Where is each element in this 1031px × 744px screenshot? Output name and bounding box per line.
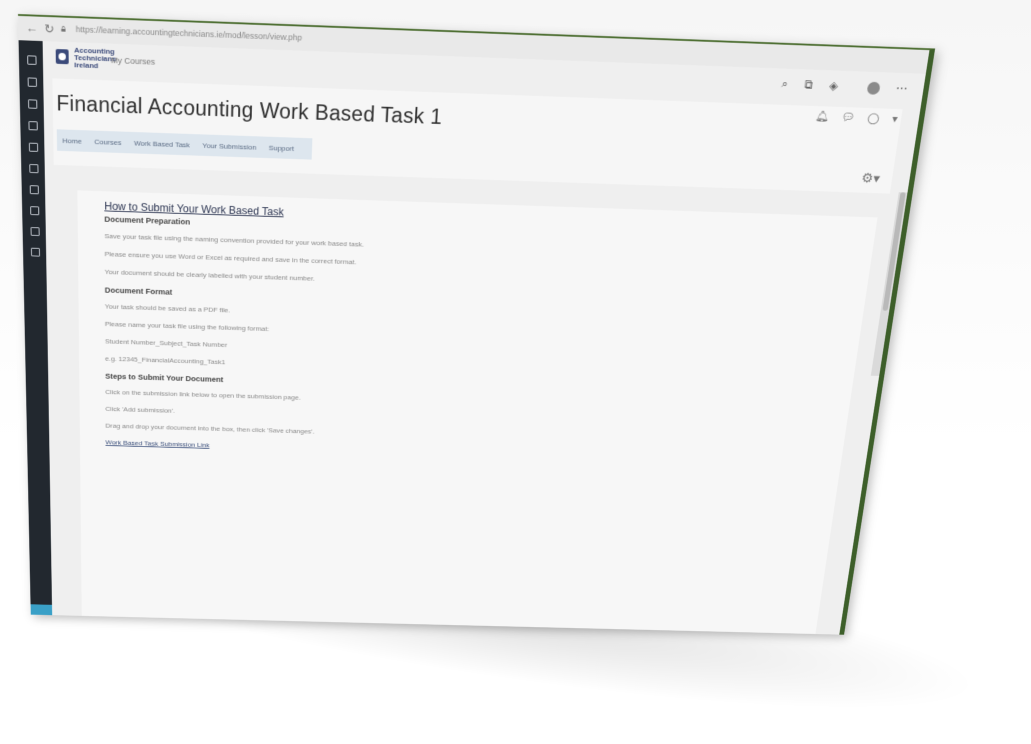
sidebar-item-home[interactable]: [27, 55, 36, 65]
user-icon[interactable]: ◯: [867, 112, 881, 125]
sidebar-item-courses[interactable]: [29, 143, 38, 152]
page-header-actions: 🔔︎ 💬︎ ◯ ▾: [805, 108, 899, 127]
monitor-screen: ← ↻ 🔒︎ https://learning.accountingtechni…: [18, 14, 935, 635]
course-nav-tabs: Home Courses Work Based Task Your Submis…: [57, 129, 313, 159]
sidebar-item-help[interactable]: [31, 227, 40, 236]
tab-support[interactable]: Support: [269, 143, 294, 152]
institution-logo: [54, 47, 71, 66]
sidebar-item-grades[interactable]: [29, 164, 38, 173]
sidebar-item-files[interactable]: [28, 121, 37, 130]
notifications-icon[interactable]: ◈: [828, 78, 839, 93]
menu-icon[interactable]: ⋯: [895, 81, 909, 96]
lock-icon: 🔒︎: [61, 24, 66, 34]
scrollbar-thumb[interactable]: [882, 192, 905, 310]
back-arrow-icon[interactable]: ←: [26, 21, 38, 35]
header-actions: ⌕ ⧉ ◈ ⋯: [768, 75, 909, 96]
page-title: Financial Accounting Work Based Task 1: [56, 91, 443, 129]
tab-work-based-task[interactable]: Work Based Task: [134, 139, 190, 149]
my-courses-link[interactable]: My Courses: [111, 56, 155, 67]
gear-icon[interactable]: ⚙▾: [860, 170, 881, 186]
sidebar-item-more[interactable]: [31, 248, 40, 257]
sidebar-item-settings[interactable]: [30, 206, 39, 215]
sidebar-collapse-button[interactable]: [31, 604, 53, 615]
search-icon[interactable]: ⌕: [781, 77, 789, 92]
lesson-article: How to Submit Your Work Based Task Docum…: [77, 190, 877, 634]
extension-icon[interactable]: ⧉: [804, 78, 814, 93]
sidebar-item-messages[interactable]: [30, 185, 39, 194]
brand-name: Accounting Technicians Ireland: [74, 47, 116, 71]
tab-home[interactable]: Home: [62, 136, 81, 145]
chat-icon[interactable]: 💬︎: [841, 111, 856, 124]
tab-your-submission[interactable]: Your Submission: [202, 141, 256, 151]
main-content: Financial Accounting Work Based Task 1 H…: [43, 73, 921, 635]
avatar[interactable]: [854, 79, 881, 94]
bell-icon[interactable]: 🔔︎: [814, 110, 829, 123]
sidebar-item-dashboard[interactable]: [28, 77, 37, 86]
chevron-down-icon[interactable]: ▾: [891, 112, 898, 125]
tab-courses[interactable]: Courses: [94, 137, 121, 146]
scene: ← ↻ 🔒︎ https://learning.accountingtechni…: [0, 0, 1031, 744]
sidebar-item-calendar[interactable]: [28, 99, 37, 108]
reload-icon[interactable]: ↻: [44, 22, 54, 37]
